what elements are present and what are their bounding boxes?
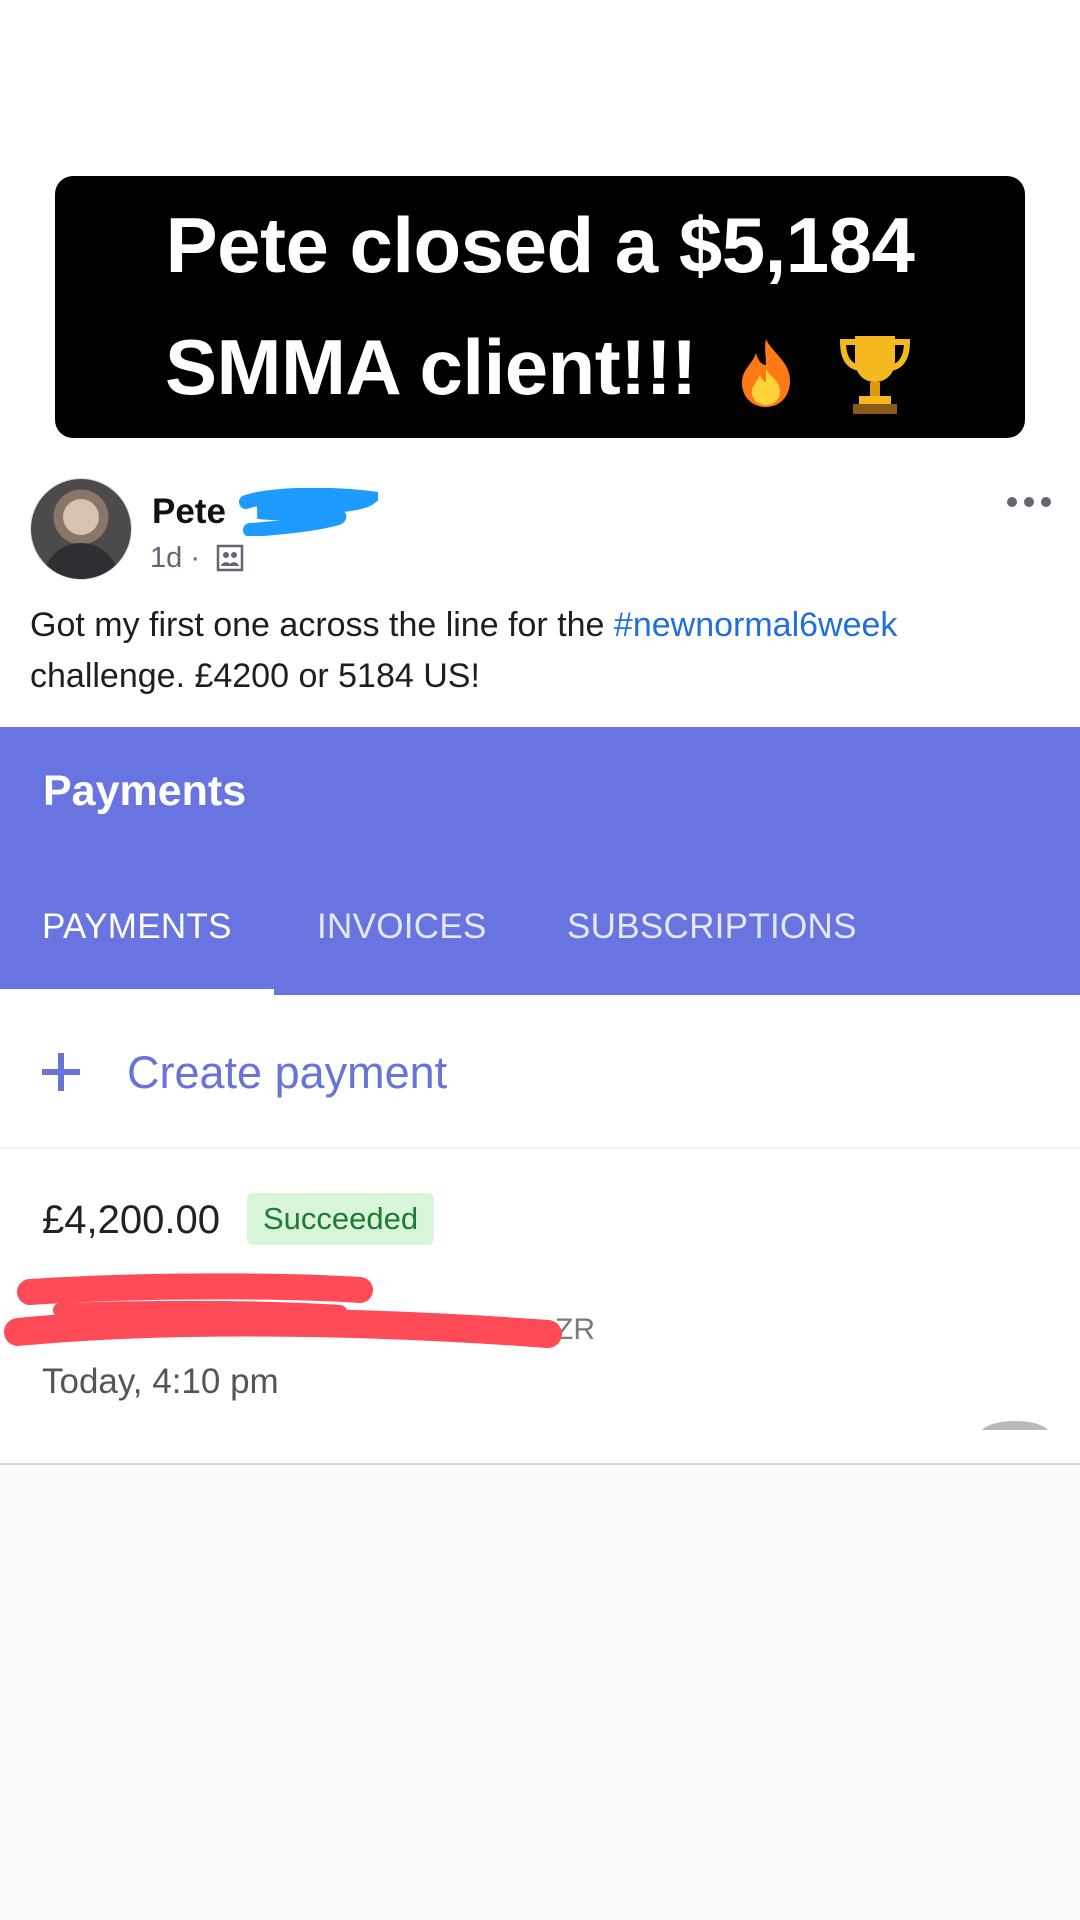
create-payment-label: Create payment: [127, 1047, 448, 1098]
status-badge: Succeeded: [247, 1193, 435, 1245]
active-tab-indicator: [0, 989, 274, 995]
scroll-fab-edge: [982, 1421, 1048, 1430]
payment-date: Today, 4:10 pm: [42, 1362, 279, 1401]
blue-redaction-scribble: [239, 488, 378, 536]
post-text-before: Got my first one across the line for the: [30, 606, 614, 644]
post-body-text: Got my first one across the line for the…: [30, 600, 1060, 702]
payment-list-item[interactable]: £4,200.00 Succeeded ZR Today, 4:10 pm: [0, 1150, 1080, 1430]
payment-amount: £4,200.00: [42, 1198, 220, 1242]
hashtag-link[interactable]: #newnormal6week: [614, 606, 898, 644]
page-title: Payments: [43, 767, 247, 815]
headline-line-2: SMMA client!!!: [55, 306, 1025, 428]
friends-privacy-icon: [216, 544, 244, 572]
tab-payments[interactable]: PAYMENTS: [42, 907, 232, 947]
avatar-shirt: [43, 543, 119, 579]
headline-banner: Pete closed a $5,184 SMMA client!!!: [55, 176, 1025, 438]
plus-icon: [42, 1053, 80, 1091]
blank-background-area: [0, 1465, 1080, 1920]
trophy-emoji-icon: [840, 336, 911, 415]
red-redaction-scribble: [4, 1273, 562, 1348]
post-author-name[interactable]: Pete: [152, 492, 226, 532]
payments-app-header: Payments PAYMENTS INVOICES SUBSCRIPTIONS: [0, 727, 1080, 995]
headline-line-2-text: SMMA client!!!: [164, 323, 697, 411]
avatar[interactable]: [30, 478, 132, 580]
tab-invoices[interactable]: INVOICES: [317, 907, 487, 947]
fire-emoji-icon: [741, 339, 790, 408]
more-options-icon[interactable]: [1006, 494, 1052, 510]
post-timestamp[interactable]: 1d ·: [150, 542, 200, 575]
post-text-after: challenge. £4200 or 5184 US!: [30, 657, 480, 695]
create-payment-button[interactable]: Create payment: [0, 997, 1080, 1149]
tab-subscriptions[interactable]: SUBSCRIPTIONS: [567, 907, 857, 947]
headline-line-1: Pete closed a $5,184: [165, 201, 915, 289]
facebook-post: Pete 1d · Got my first one across the li…: [0, 452, 1080, 728]
